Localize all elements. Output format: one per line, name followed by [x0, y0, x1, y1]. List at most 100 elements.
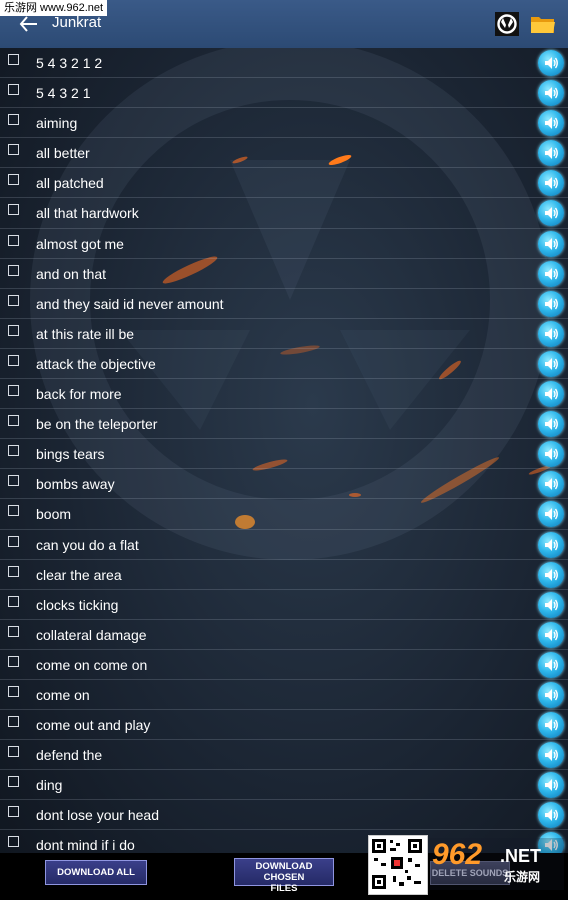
item-checkbox[interactable]: [8, 505, 19, 517]
list-item[interactable]: dont lose your head: [0, 800, 568, 831]
speaker-icon[interactable]: [538, 441, 564, 468]
speaker-icon[interactable]: [538, 170, 564, 197]
speaker-icon[interactable]: [538, 260, 564, 287]
item-checkbox[interactable]: [8, 685, 19, 697]
speaker-icon[interactable]: [538, 621, 564, 648]
download-chosen-label-2: FILES: [270, 883, 298, 894]
arrow-left-icon[interactable]: [18, 14, 40, 34]
item-label: collateral damage: [36, 626, 147, 643]
item-checkbox[interactable]: [8, 776, 19, 788]
list-item[interactable]: be on the teleporter: [0, 409, 568, 440]
list-item[interactable]: almost got me: [0, 229, 568, 259]
speaker-icon[interactable]: [538, 802, 564, 829]
speaker-icon[interactable]: [538, 651, 564, 678]
item-label: and on that: [36, 265, 107, 282]
list-item[interactable]: and on that: [0, 259, 568, 289]
folder-icon[interactable]: [530, 13, 556, 35]
download-chosen-button[interactable]: DOWNLOAD CHOSEN FILES: [234, 858, 334, 894]
item-checkbox[interactable]: [8, 535, 19, 547]
speaker-icon[interactable]: [538, 200, 564, 227]
item-checkbox[interactable]: [8, 174, 19, 186]
list-item[interactable]: come on: [0, 680, 568, 711]
item-checkbox[interactable]: [8, 836, 19, 848]
speaker-icon[interactable]: [538, 772, 564, 799]
speaker-icon[interactable]: [538, 561, 564, 588]
item-checkbox[interactable]: [8, 595, 19, 607]
brand-cn: 乐游网: [504, 870, 541, 884]
item-label: almost got me: [36, 235, 124, 252]
speaker-icon[interactable]: [538, 110, 564, 137]
list-item[interactable]: all better: [0, 138, 568, 169]
item-label: all that hardwork: [36, 205, 139, 222]
item-label: 5 4 3 2 1: [36, 85, 91, 102]
list-item[interactable]: all patched: [0, 168, 568, 199]
list-item[interactable]: defend the: [0, 740, 568, 771]
item-checkbox[interactable]: [8, 234, 19, 246]
item-checkbox[interactable]: [8, 204, 19, 216]
item-checkbox[interactable]: [8, 415, 19, 427]
speaker-icon[interactable]: [538, 411, 564, 438]
speaker-icon[interactable]: [538, 681, 564, 708]
speaker-icon[interactable]: [538, 50, 564, 76]
speaker-icon[interactable]: [538, 80, 564, 107]
list-item[interactable]: bings tears: [0, 439, 568, 470]
item-label: at this rate ill be: [36, 325, 135, 342]
list-item[interactable]: 5 4 3 2 1 2: [0, 48, 568, 79]
speaker-icon[interactable]: [538, 381, 564, 408]
list-item[interactable]: clocks ticking: [0, 590, 568, 620]
list-item[interactable]: boom: [0, 499, 568, 530]
overwatch-logo-icon[interactable]: [495, 12, 519, 36]
list-item[interactable]: and they said id never amount: [0, 289, 568, 319]
item-checkbox[interactable]: [8, 324, 19, 336]
list-item[interactable]: attack the objective: [0, 349, 568, 380]
item-checkbox[interactable]: [8, 54, 19, 65]
speaker-icon[interactable]: [538, 350, 564, 377]
speaker-icon[interactable]: [538, 471, 564, 498]
item-checkbox[interactable]: [8, 475, 19, 487]
item-label: defend the: [36, 747, 103, 764]
list-item[interactable]: can you do a flat: [0, 530, 568, 560]
list-item[interactable]: at this rate ill be: [0, 319, 568, 349]
item-checkbox[interactable]: [8, 84, 19, 96]
download-all-button[interactable]: DOWNLOAD ALL: [45, 860, 147, 885]
speaker-icon[interactable]: [538, 712, 564, 739]
item-label: bings tears: [36, 446, 105, 463]
list-item[interactable]: come out and play: [0, 710, 568, 741]
item-checkbox[interactable]: [8, 716, 19, 728]
item-checkbox[interactable]: [8, 144, 19, 156]
item-checkbox[interactable]: [8, 746, 19, 758]
item-checkbox[interactable]: [8, 625, 19, 637]
qr-code: [368, 835, 428, 895]
item-label: aiming: [36, 115, 78, 132]
item-label: be on the teleporter: [36, 416, 158, 433]
item-label: and they said id never amount: [36, 295, 224, 312]
item-checkbox[interactable]: [8, 565, 19, 577]
list-item[interactable]: all that hardwork: [0, 198, 568, 229]
item-checkbox[interactable]: [8, 445, 19, 457]
list-item[interactable]: clear the area: [0, 560, 568, 590]
item-checkbox[interactable]: [8, 385, 19, 397]
speaker-icon[interactable]: [538, 531, 564, 558]
speaker-icon[interactable]: [538, 290, 564, 317]
list-item[interactable]: ding: [0, 770, 568, 801]
item-checkbox[interactable]: [8, 294, 19, 306]
list-item[interactable]: back for more: [0, 379, 568, 410]
item-checkbox[interactable]: [8, 354, 19, 366]
item-checkbox[interactable]: [8, 114, 19, 126]
item-label: dont lose your head: [36, 807, 159, 824]
item-checkbox[interactable]: [8, 655, 19, 667]
speaker-icon[interactable]: [538, 591, 564, 618]
list-item[interactable]: come on come on: [0, 650, 568, 680]
speaker-icon[interactable]: [538, 140, 564, 167]
speaker-icon[interactable]: [538, 742, 564, 769]
list-item[interactable]: 5 4 3 2 1: [0, 78, 568, 109]
item-label: all patched: [36, 175, 104, 192]
speaker-icon[interactable]: [538, 230, 564, 257]
item-checkbox[interactable]: [8, 806, 19, 818]
item-checkbox[interactable]: [8, 264, 19, 276]
list-item[interactable]: bombs away: [0, 469, 568, 500]
list-item[interactable]: aiming: [0, 108, 568, 139]
speaker-icon[interactable]: [538, 501, 564, 528]
list-item[interactable]: collateral damage: [0, 620, 568, 650]
speaker-icon[interactable]: [538, 320, 564, 347]
